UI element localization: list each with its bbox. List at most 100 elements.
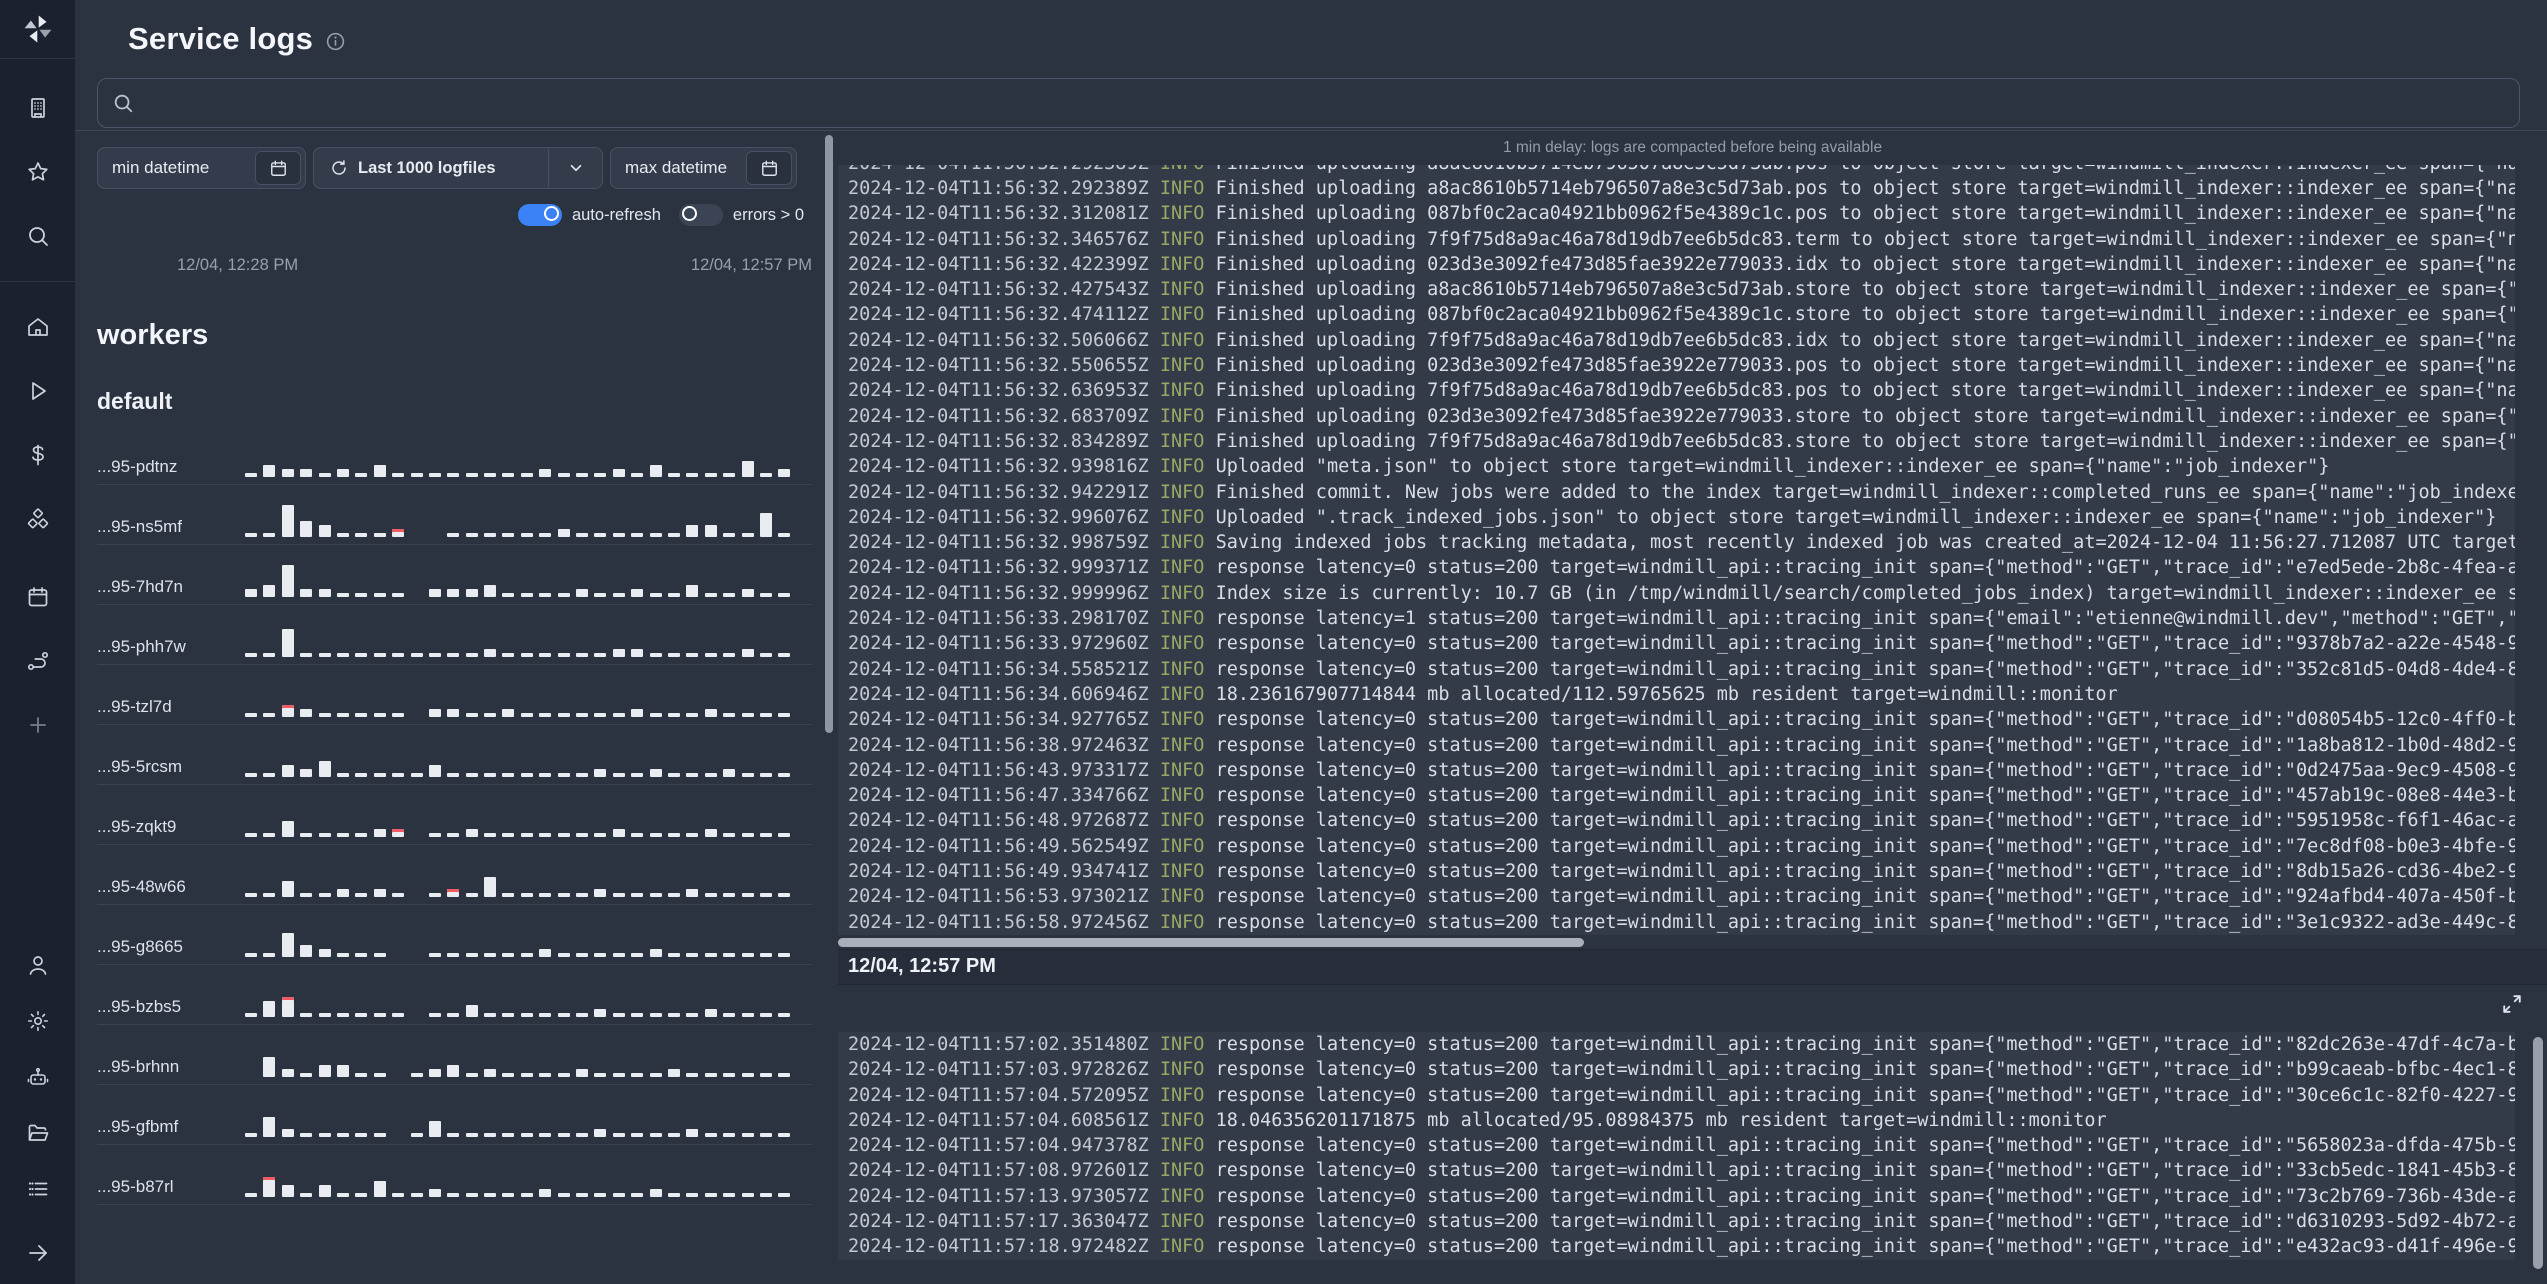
log-level: INFO: [1148, 253, 1216, 275]
filters-and-workers-panel: min datetime Last 1000 logfiles max date…: [75, 131, 838, 1284]
worker-row[interactable]: ...95-gfbmf: [97, 1101, 812, 1145]
activity-bar-slot: [649, 801, 662, 837]
worker-row[interactable]: ...95-zqkt9: [97, 801, 812, 845]
variables-dollar-icon[interactable]: [25, 442, 51, 468]
home-icon[interactable]: [25, 314, 51, 340]
logfiles-count-dropdown[interactable]: Last 1000 logfiles: [313, 147, 603, 189]
log-level: INFO: [1148, 329, 1216, 351]
activity-bar: [263, 893, 276, 897]
activity-bar-slot: [263, 621, 276, 657]
worker-row[interactable]: ...95-b87rl: [97, 1161, 812, 1205]
activity-bar-slot: [704, 621, 717, 657]
log-level: INFO: [1148, 861, 1216, 883]
log-message: response latency=0 status=200 target=win…: [1215, 1160, 2515, 1182]
activity-bar-slot: [520, 861, 533, 897]
worker-row[interactable]: ...95-phh7w: [97, 621, 812, 665]
info-icon[interactable]: [325, 31, 346, 52]
activity-bar-slot: [428, 1161, 441, 1197]
folders-icon[interactable]: [25, 1120, 51, 1146]
user-icon[interactable]: [25, 952, 51, 978]
auto-refresh-toggle[interactable]: [517, 204, 562, 226]
activity-bar: [631, 1073, 644, 1077]
add-plus-icon[interactable]: [25, 712, 51, 738]
workers-robot-icon[interactable]: [25, 1064, 51, 1090]
activity-bar-slot: [723, 861, 736, 897]
activity-bar: [447, 1013, 460, 1017]
activity-bar-slot: [300, 801, 313, 837]
search-nav-icon[interactable]: [25, 223, 51, 249]
activity-bar: [594, 1009, 607, 1017]
favorites-star-icon[interactable]: [25, 159, 51, 185]
activity-bar-slot: [723, 621, 736, 657]
logs-list-icon[interactable]: [25, 1176, 51, 1202]
log-line: 2024-12-04T11:56:43.973317Z INFO respons…: [848, 758, 2515, 783]
worker-row[interactable]: ...95-7hd7n: [97, 561, 812, 605]
runs-play-icon[interactable]: [25, 378, 51, 404]
worker-row[interactable]: ...95-ns5mf: [97, 501, 812, 545]
log-message: Finished uploading 7f9f75d8a9ac46a78d19d…: [1215, 329, 2515, 351]
workers-scrollbar[interactable]: [825, 135, 833, 733]
log-message: response latency=0 status=200 target=win…: [1215, 633, 2515, 655]
log-block-2[interactable]: 2024-12-04T11:57:02.351480Z INFO respons…: [838, 1031, 2515, 1260]
resources-cubes-icon[interactable]: [25, 506, 51, 532]
activity-bar: [576, 533, 589, 537]
activity-bar: [263, 833, 276, 837]
max-datetime-input[interactable]: max datetime: [610, 147, 797, 189]
activity-bar-slot: [355, 441, 368, 477]
activity-bar: [484, 585, 497, 597]
activity-bar-slot: [723, 1161, 736, 1197]
activity-bar: [245, 773, 257, 777]
activity-bar: [318, 525, 331, 537]
errors-only-toggle[interactable]: [678, 204, 723, 226]
max-datetime-calendar-button[interactable]: [746, 151, 792, 185]
worker-row[interactable]: ...95-48w66: [97, 861, 812, 905]
activity-bar: [649, 1013, 662, 1017]
worker-row[interactable]: ...95-tzl7d: [97, 681, 812, 725]
collapse-arrow-right-icon[interactable]: [25, 1240, 51, 1266]
activity-bar-slot: [318, 801, 331, 837]
search-input[interactable]: [144, 91, 2505, 115]
log-vertical-scrollbar[interactable]: [2533, 1036, 2543, 1269]
worker-row[interactable]: ...95-g8665: [97, 921, 812, 965]
activity-bar-slot: [723, 921, 736, 957]
worker-row[interactable]: ...95-5rcsm: [97, 741, 812, 785]
activity-bar-slot: [612, 921, 625, 957]
expand-icon[interactable]: [2501, 993, 2523, 1015]
activity-bar-slot: [336, 1101, 349, 1137]
worker-row[interactable]: ...95-bzbs5: [97, 981, 812, 1025]
activity-bar: [704, 593, 717, 597]
worker-activity-chart: [245, 861, 812, 897]
worker-group-heading: default: [97, 388, 173, 414]
min-datetime-input[interactable]: min datetime: [97, 147, 306, 189]
log-timestamp: 2024-12-04T11:56:34.606946Z: [848, 683, 1149, 705]
settings-gear-icon[interactable]: [25, 1008, 51, 1034]
logfiles-dropdown-chevron[interactable]: [548, 148, 602, 188]
activity-bar: [502, 473, 515, 477]
search-box[interactable]: [97, 78, 2520, 128]
activity-bar-slot: [686, 741, 699, 777]
activity-bar: [447, 653, 460, 657]
log-level: INFO: [1148, 1185, 1216, 1207]
activity-bar: [576, 1193, 589, 1197]
min-datetime-calendar-button[interactable]: [255, 151, 301, 185]
activity-bar-slot: [686, 1101, 699, 1137]
workspace-building-icon[interactable]: [25, 95, 51, 121]
worker-row[interactable]: ...95-brhnn: [97, 1041, 812, 1085]
flows-route-icon[interactable]: [25, 648, 51, 674]
log-timestamp: 2024-12-04T11:57:04.572095Z: [848, 1084, 1149, 1106]
log-block-1[interactable]: 2024-12-04T11:56:32.292389Z INFO Finishe…: [838, 165, 2515, 935]
activity-bar: [263, 953, 276, 957]
activity-bar: [612, 1073, 625, 1077]
activity-bar-slot: [428, 621, 441, 657]
worker-activity-chart: [245, 681, 812, 717]
log-horizontal-scrollbar[interactable]: [838, 937, 1584, 947]
worker-row[interactable]: ...95-pdtnz: [97, 441, 812, 485]
activity-bar-slot: [336, 441, 349, 477]
activity-bar-slot: [759, 501, 772, 537]
schedules-calendar-icon[interactable]: [25, 584, 51, 610]
log-level: INFO: [1148, 709, 1216, 731]
activity-bar-slot: [704, 1041, 717, 1077]
activity-bar-slot: [336, 741, 349, 777]
activity-bar-slot: [281, 1041, 294, 1077]
activity-bar: [355, 1013, 368, 1017]
